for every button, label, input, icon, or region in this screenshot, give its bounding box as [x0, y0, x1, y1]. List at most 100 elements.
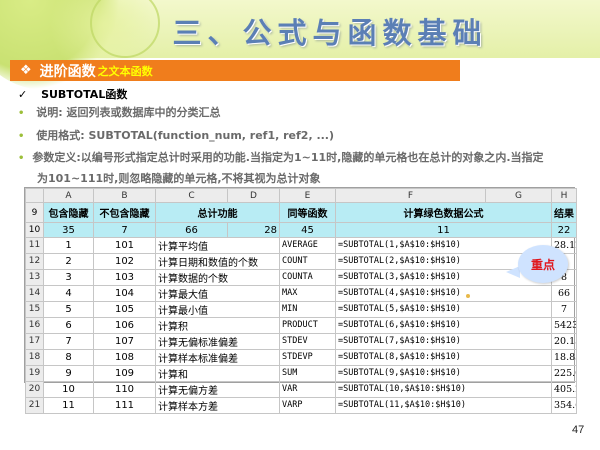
cell[interactable]: 35	[43, 222, 94, 238]
cell[interactable]: 28	[227, 222, 280, 238]
cell[interactable]: 9	[43, 364, 94, 382]
cell[interactable]: =SUBTOTAL(5,$A$10:$H$10)	[335, 300, 552, 318]
cell[interactable]: MIN	[279, 300, 336, 318]
cell[interactable]: 7	[551, 300, 577, 318]
cell[interactable]: STDEVP	[279, 348, 336, 366]
dot-bullet-icon: •	[18, 131, 25, 142]
cell[interactable]: 110	[93, 380, 156, 398]
cell[interactable]: 45	[279, 222, 336, 238]
column-header[interactable]: C	[155, 187, 228, 204]
cell[interactable]: 11	[335, 222, 552, 238]
table-row: 17 7 107 计算无偏标准偏差 STDEV =SUBTOTAL(7,$A$10:$H$…	[25, 332, 577, 350]
cell[interactable]: =SUBTOTAL(8,$A$10:$H$10)	[335, 348, 552, 366]
row-header[interactable]: 15	[25, 300, 44, 318]
cell[interactable]: 103	[93, 268, 156, 286]
cell[interactable]: 225.00	[551, 364, 577, 382]
cell[interactable]: 5	[43, 300, 94, 318]
cell[interactable]: 包含隐藏	[43, 202, 94, 224]
cell[interactable]: VAR	[279, 380, 336, 398]
cell[interactable]: 不包含隐藏	[93, 202, 156, 224]
row-header[interactable]: 11	[25, 236, 44, 254]
cell[interactable]: SUM	[279, 364, 336, 382]
cell[interactable]: 66	[551, 284, 577, 302]
cell[interactable]: AVERAGE	[279, 236, 336, 254]
cell[interactable]: 66	[155, 222, 228, 238]
cell[interactable]: 8	[43, 348, 94, 366]
cell[interactable]: 106	[93, 316, 156, 334]
cell[interactable]: 计算日期和数值的个数	[155, 252, 280, 270]
row-header[interactable]: 9	[25, 202, 44, 224]
cell[interactable]: 结果	[551, 202, 577, 224]
cell[interactable]: 20.13	[551, 332, 577, 350]
cell[interactable]: 22	[551, 222, 577, 238]
cell[interactable]: =SUBTOTAL(7,$A$10:$H$10)	[335, 332, 552, 350]
column-header[interactable]: G	[485, 187, 552, 204]
cell[interactable]: 计算和	[155, 364, 280, 382]
cell[interactable]: 计算无偏方差	[155, 380, 280, 398]
cell[interactable]: 同等函数	[279, 202, 336, 224]
cell[interactable]: COUNTA	[279, 268, 336, 286]
row-header[interactable]: 13	[25, 268, 44, 286]
row-header[interactable]: 14	[25, 284, 44, 302]
cell[interactable]: 18.83	[551, 348, 577, 366]
cell[interactable]: 4	[43, 284, 94, 302]
column-header[interactable]: H	[551, 187, 577, 204]
cell[interactable]: 计算积	[155, 316, 280, 334]
cell[interactable]: 105	[93, 300, 156, 318]
cell[interactable]: =SUBTOTAL(9,$A$10:$H$10)	[335, 364, 552, 382]
row-header[interactable]: 19	[25, 364, 44, 382]
cell[interactable]: 10	[43, 380, 94, 398]
cell[interactable]: 107	[93, 332, 156, 350]
row-header[interactable]: 20	[25, 380, 44, 398]
row-header[interactable]: 16	[25, 316, 44, 334]
cell[interactable]: 计算平均值	[155, 236, 280, 254]
cell[interactable]: 计算最小值	[155, 300, 280, 318]
cell[interactable]: 3	[43, 268, 94, 286]
cell[interactable]: 2	[43, 252, 94, 270]
cell[interactable]: 计算绿色数据公式	[335, 202, 552, 224]
cell[interactable]: 54236120400	[551, 316, 577, 334]
cell[interactable]: 1	[43, 236, 94, 254]
row-header[interactable]: 10	[25, 222, 44, 238]
row-header[interactable]: 18	[25, 348, 44, 366]
cell[interactable]: =SUBTOTAL(4,$A$10:$H$10)	[335, 284, 552, 302]
cell[interactable]: 101	[93, 236, 156, 254]
cell[interactable]: 7	[43, 332, 94, 350]
cell[interactable]: PRODUCT	[279, 316, 336, 334]
cell[interactable]: 计算最大值	[155, 284, 280, 302]
cell[interactable]: 计算样本方差	[155, 396, 280, 414]
cell[interactable]: =SUBTOTAL(10,$A$10:$H$10)	[335, 380, 552, 398]
column-header[interactable]: D	[227, 187, 280, 204]
column-header[interactable]: A	[43, 187, 94, 204]
cell[interactable]: 111	[93, 396, 156, 414]
corner-cell[interactable]	[25, 187, 44, 204]
row-header[interactable]: 21	[25, 396, 44, 414]
cell[interactable]: 7	[93, 222, 156, 238]
cell[interactable]: VARP	[279, 396, 336, 414]
cell[interactable]: 104	[93, 284, 156, 302]
cell[interactable]: COUNT	[279, 252, 336, 270]
cell[interactable]: 109	[93, 364, 156, 382]
cell[interactable]: STDEV	[279, 332, 336, 350]
cell[interactable]: 6	[43, 316, 94, 334]
column-header[interactable]: F	[335, 187, 486, 204]
cell[interactable]: 405.27	[551, 380, 577, 398]
column-header[interactable]: E	[279, 187, 336, 204]
cell-marker	[466, 294, 470, 298]
row-header[interactable]: 17	[25, 332, 44, 350]
cell[interactable]: =SUBTOTAL(11,$A$10:$H$10)	[335, 396, 552, 414]
row-header[interactable]: 12	[25, 252, 44, 270]
bullet-parameters: • 参数定义:以编号形式指定总计时采用的功能.当指定为1~11时,隐藏的单元格也在…	[18, 148, 588, 189]
cell[interactable]: 108	[93, 348, 156, 366]
cell[interactable]: 计算无偏标准偏差	[155, 332, 280, 350]
cell[interactable]: 计算数据的个数	[155, 268, 280, 286]
cell[interactable]: 总计功能	[155, 202, 280, 224]
cell[interactable]: 计算样本标准偏差	[155, 348, 280, 366]
cell[interactable]: MAX	[279, 284, 336, 302]
cell[interactable]: 354.61	[551, 396, 577, 414]
cell[interactable]: 11	[43, 396, 94, 414]
column-header[interactable]: B	[93, 187, 156, 204]
cell[interactable]: =SUBTOTAL(1,$A$10:$H$10)	[335, 236, 552, 254]
cell[interactable]: 102	[93, 252, 156, 270]
cell[interactable]: =SUBTOTAL(6,$A$10:$H$10)	[335, 316, 552, 334]
